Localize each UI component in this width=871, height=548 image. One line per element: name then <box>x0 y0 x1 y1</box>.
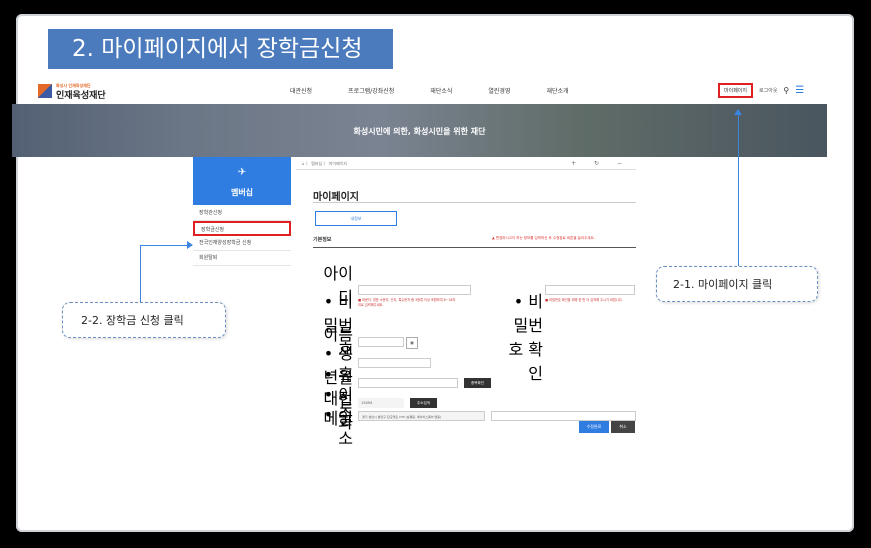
util-menu: 마이페이지 로그아웃 ⚲ ☰ <box>718 83 804 98</box>
address-detail-input[interactable] <box>491 411 636 421</box>
section-title: 기본정보 <box>313 237 332 243</box>
search-icon[interactable]: ⚲ <box>783 86 789 95</box>
password-confirm-input[interactable] <box>545 285 635 295</box>
lnb-item-national-scholarship[interactable]: 전국인재양성장학금 신청 <box>193 236 291 251</box>
callout-2-line <box>140 245 141 302</box>
logo-subtitle: 화성시 인재육성재단 <box>56 83 91 88</box>
zip-input[interactable]: 13494 <box>358 398 404 408</box>
logo-title: 인재육성재단 <box>56 91 106 101</box>
callout-2-arrow-icon <box>187 241 193 249</box>
callout-step-2: 2-2. 장학금 신청 클릭 <box>62 302 226 338</box>
calendar-icon[interactable]: ▦ <box>406 337 418 349</box>
address-input[interactable]: 경기 성남시 분당구 판교역로 235 (삼평동, 에이치스퀘어 엔동) <box>358 411 485 421</box>
lnb-header: ✈ 멤버십 <box>193 157 291 205</box>
logout-link[interactable]: 로그아웃 <box>759 87 777 94</box>
banner-text: 화성시민에 의한, 화성시민을 위한 재단 <box>353 127 486 136</box>
site-logo[interactable]: 화성시 인재육성재단 인재육성재단 <box>38 81 106 101</box>
tab-my-info[interactable]: 내정보 <box>315 211 397 226</box>
label-address: • 주소 <box>323 405 353 448</box>
password-confirm-help: ■ 비밀번호 확인을 위해 한 번 더 입력해 주시기 바랍니다. <box>545 298 623 302</box>
logo-mark-icon <box>38 84 52 98</box>
page-tools[interactable]: + ↻ − <box>571 158 630 170</box>
profile-form: 아이디 • 비밀번호 ■ 대문자, 영문 소문자, 숫자, 특수문자 중 3종류… <box>313 247 636 448</box>
email-check-button[interactable]: 중복확인 <box>464 378 491 388</box>
nav-item-rental[interactable]: 대관신청 <box>290 86 312 95</box>
nav-item-program[interactable]: 프로그램/강좌신청 <box>348 86 394 95</box>
cancel-button[interactable]: 취소 <box>611 421 635 433</box>
address-search-button[interactable]: 주소검색 <box>410 398 437 408</box>
phone-input[interactable] <box>358 358 431 368</box>
site-header: 화성시 인재육성재단 인재육성재단 대관신청 프로그램/강좌신청 재단소식 열린… <box>0 77 838 103</box>
nav-item-about[interactable]: 재단소개 <box>546 86 568 95</box>
required-note: ▲ 변경하시고자 하는 정보를 입력하신 후 수정완료 버튼을 눌러주세요. <box>492 236 595 240</box>
hero-banner: 화성시민에 의한, 화성시민을 위한 재단 <box>12 104 827 157</box>
main-nav: 대관신청 프로그램/강좌신청 재단소식 열린경영 재단소개 <box>290 86 605 95</box>
label-password-confirm: • 비밀번호 확인 <box>508 292 543 383</box>
password-input[interactable] <box>358 285 471 295</box>
lnb-item-dormitory[interactable]: 장학관신청 <box>193 206 291 221</box>
lnb-item-withdraw[interactable]: 회원탈퇴 <box>193 251 291 266</box>
callout-step-1: 2-1. 마이페이지 클릭 <box>656 266 818 302</box>
nav-item-news[interactable]: 재단소식 <box>430 86 452 95</box>
breadcrumb: ⌂ 〉 멤버십 〉 마이페이지 + ↻ − <box>296 158 636 170</box>
lnb-item-scholarship[interactable]: 장학금신청 <box>193 221 291 236</box>
callout-2-line-h <box>140 245 188 246</box>
slide-title: 2. 마이페이지에서 장학금신청 <box>48 29 393 69</box>
save-button[interactable]: 수정완료 <box>579 421 609 433</box>
lnb-menu: 장학관신청 장학금신청 전국인재양성장학금 신청 회원탈퇴 <box>193 206 291 266</box>
page-title: 마이페이지 <box>313 192 359 203</box>
paper-plane-icon: ✈ <box>237 167 247 178</box>
menu-icon[interactable]: ☰ <box>795 85 804 96</box>
breadcrumb-path[interactable]: ⌂ 〉 멤버십 〉 마이페이지 <box>302 161 347 166</box>
callout-1-arrow-icon <box>734 109 742 115</box>
lnb-title: 멤버십 <box>230 188 254 197</box>
mypage-link[interactable]: 마이페이지 <box>718 83 754 98</box>
title-divider <box>313 202 636 203</box>
email-input[interactable] <box>358 378 458 388</box>
nav-item-management[interactable]: 열린경영 <box>488 86 510 95</box>
callout-1-line <box>738 113 739 266</box>
password-help: ■ 대문자, 영문 소문자, 숫자, 특수문자 중 3종류 이상 조합하여 8~… <box>358 298 456 307</box>
birth-input[interactable] <box>358 337 404 347</box>
